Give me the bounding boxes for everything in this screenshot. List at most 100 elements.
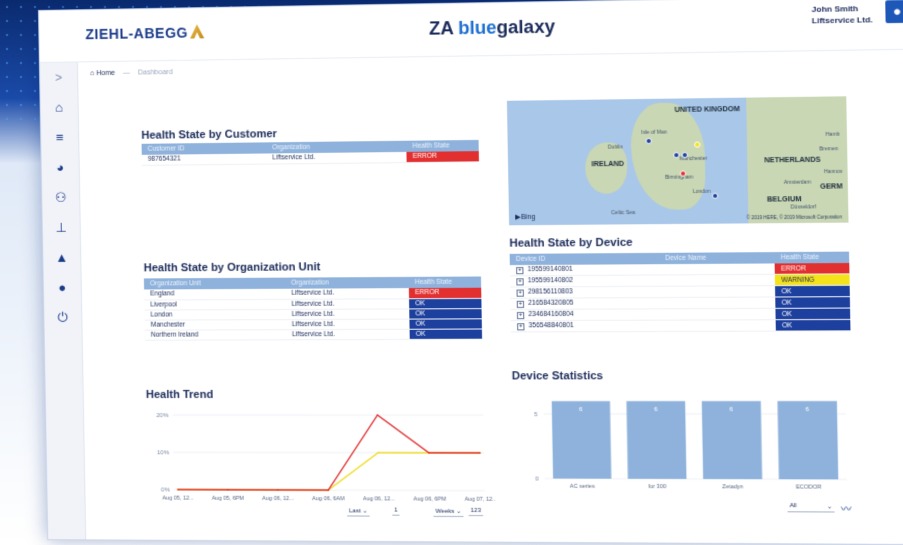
table-cell: Northern Ireland <box>144 329 287 340</box>
pie-chart-icon[interactable]: ◕ <box>41 153 78 183</box>
y-tick-label: 20% <box>156 413 169 419</box>
table-cell: +298156110803 <box>510 286 660 299</box>
y-tick-label: 0 <box>535 476 539 482</box>
cell-text: Liverpool <box>150 300 178 309</box>
map-view[interactable]: UNITED KINGDOM IRELAND NETHERLANDS BELGI… <box>506 96 849 226</box>
trend-range-select[interactable]: Last ⌄ <box>346 506 370 517</box>
org-unit-table: Organization Unit Organization Health Stat… <box>143 276 483 340</box>
map-label-netherlands: NETHERLANDS <box>764 156 821 165</box>
map-pin-liverpool[interactable] <box>645 137 652 145</box>
chevron-right-icon[interactable]: > <box>40 62 77 93</box>
health-state-cell: OK <box>409 318 482 329</box>
cell-text: Liftservice Ltd. <box>291 289 335 298</box>
map-pin-error[interactable] <box>679 170 687 177</box>
table-cell: Liftservice Ltd. <box>266 151 407 164</box>
power-icon[interactable]: ⏻ <box>44 303 82 333</box>
map-pin-warning[interactable] <box>694 141 701 148</box>
cell-text: OK <box>781 287 792 295</box>
device-filter-select[interactable]: All ⌄ <box>787 501 835 513</box>
x-tick-label: Aug 07, 12... <box>465 497 496 503</box>
user-icon[interactable]: ● <box>44 273 82 303</box>
cell-text: 195599140801 <box>527 265 573 274</box>
cell-text: OK <box>415 299 426 307</box>
brand-center-a: ZA <box>428 18 454 39</box>
expand-row-icon[interactable]: + <box>516 289 524 297</box>
list-icon[interactable]: ≡ <box>41 123 78 153</box>
breadcrumb-home[interactable]: Home <box>96 70 115 77</box>
cell-text: OK <box>781 298 792 307</box>
health-state-cell: OK <box>409 297 482 309</box>
health-state-cell: OK <box>775 319 851 332</box>
cell-text: 987654321 <box>147 155 181 164</box>
za-bluegalaxy-logo: ZA bluegalaxy <box>429 16 555 39</box>
x-tick-label: Aug 05, 12... <box>162 496 194 502</box>
table-cell: +195599140801 <box>509 264 660 276</box>
user-organization: Liftservice Ltd. <box>811 15 873 26</box>
trend-value: 123 <box>470 507 482 515</box>
device-stats-chart: 506AC series6for 3006Zetadyn6ECODOR <box>534 401 854 491</box>
device-filter-value: All <box>789 503 797 510</box>
x-tick-label: for 300 <box>648 484 666 490</box>
health-state-cell: ERROR <box>406 151 479 163</box>
table-row[interactable]: Northern Ireland Liftservice Ltd. OK <box>144 328 483 340</box>
home-icon[interactable]: ⌂ <box>40 92 77 123</box>
health-state-cell: OK <box>775 308 851 320</box>
home-icon[interactable]: ⌂ <box>90 70 94 77</box>
device-icon[interactable]: ⊥ <box>43 213 81 243</box>
health-state-cell: OK <box>775 296 851 309</box>
cell-text: OK <box>415 309 426 318</box>
column-header[interactable]: Health State <box>408 276 482 289</box>
x-tick-label: Aug 06, 6PM <box>413 496 446 502</box>
cell-text: WARNING <box>781 276 815 284</box>
map-copyright: © 2019 HERE, © 2019 Microsoft Corporatio… <box>746 214 843 221</box>
cell-text: 195599140802 <box>527 276 574 285</box>
column-header[interactable]: Health State <box>774 251 850 264</box>
table-row[interactable]: +356548840801 OK <box>510 319 851 332</box>
expand-row-icon[interactable]: + <box>517 323 525 331</box>
expand-row-icon[interactable]: + <box>516 267 524 275</box>
breadcrumb: ⌂ Home — Dashboard <box>90 69 173 77</box>
ziehl-abegg-logo[interactable]: ZIEHL-ABEGG <box>85 24 204 42</box>
trend-count-input[interactable]: 1 <box>392 506 400 516</box>
health-state-cell: WARNING <box>774 273 850 286</box>
table-cell: Manchester <box>144 319 286 330</box>
column-header[interactable]: Organization <box>284 276 409 289</box>
bing-logo: ▶Bing <box>515 213 535 221</box>
map-label-hamburg: Hamb <box>825 131 840 138</box>
warning-icon[interactable]: ▲ <box>43 243 81 273</box>
x-tick-label: ECODOR <box>796 484 822 490</box>
customer-table: Customer ID Organization Health State 98765… <box>141 139 479 166</box>
table-cell: Liftservice Ltd. <box>285 298 410 309</box>
chart-type-toggle-icon[interactable]: 〰 <box>841 500 852 515</box>
table-cell: +234684160804 <box>510 308 660 321</box>
table-cell: Liftservice Ltd. <box>285 318 410 330</box>
map-pin-london[interactable] <box>711 192 719 199</box>
map-label-bremen: Bremen <box>819 146 839 153</box>
cell-text: Northern Ireland <box>150 330 199 339</box>
user-info[interactable]: John Smith Liftservice Ltd. <box>812 3 873 27</box>
column-header[interactable]: Device Name <box>658 252 775 265</box>
column-header[interactable]: Health State <box>406 139 479 152</box>
trend-unit-select[interactable]: Weeks ⌄ <box>433 506 464 518</box>
expand-row-icon[interactable]: + <box>516 300 525 308</box>
cell-text: 216584320805 <box>528 299 574 307</box>
column-header[interactable]: Organization Unit <box>143 277 286 290</box>
cell-text: Manchester <box>150 320 186 329</box>
user-avatar-icon[interactable]: ● <box>885 0 903 24</box>
map-label-celtic-sea: Celtic Sea <box>611 209 636 217</box>
device-stats-title: Device Statistics <box>511 370 604 383</box>
column-header[interactable]: Device ID <box>509 252 659 266</box>
group-icon[interactable]: ⚇ <box>42 183 80 213</box>
map-label-hannover: Hannov <box>824 168 843 176</box>
trend-value-field[interactable]: 123 <box>468 506 484 517</box>
map-pin-manchester[interactable] <box>673 151 680 159</box>
cell-text: ERROR <box>412 152 437 161</box>
trend-unit-value: Weeks <box>435 508 455 515</box>
map-pin-manchester-2[interactable] <box>681 151 689 159</box>
expand-row-icon[interactable]: + <box>516 311 525 320</box>
map-label-birmingham: Birmingham <box>665 174 694 181</box>
y-tick-label: 5 <box>534 412 538 418</box>
device-table: Device ID Device Name Health State +1955991… <box>509 251 851 333</box>
expand-row-icon[interactable]: + <box>516 278 524 286</box>
series-line-0 <box>177 452 480 490</box>
